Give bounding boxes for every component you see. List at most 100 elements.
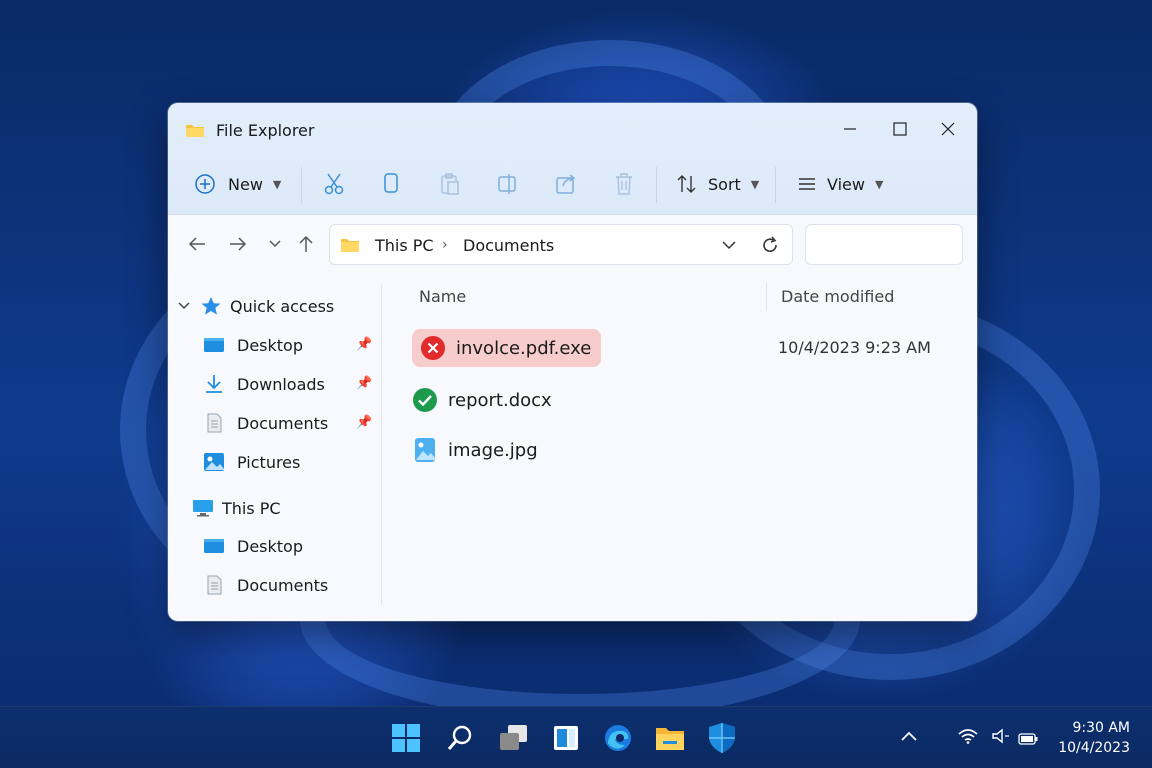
title-bar[interactable]: File Explorer — [168, 103, 977, 155]
file-name: involce.pdf.exe — [456, 337, 592, 359]
new-label: New — [228, 174, 263, 194]
taskbar: 9:30 AM 10/4/2023 — [0, 706, 1152, 768]
desktop-folder-icon — [204, 338, 224, 352]
column-header-date[interactable]: Date modified — [781, 287, 894, 306]
nav-item-documents[interactable]: Documents — [203, 409, 328, 437]
download-icon — [206, 375, 222, 393]
file-list: Name Date modified involce.pdf.exe repor… — [382, 271, 977, 621]
nav-item-desktop-pc[interactable]: Desktop — [203, 532, 303, 560]
nav-item-label: Documents — [237, 575, 329, 595]
star-icon — [201, 297, 221, 315]
pictures-icon — [204, 453, 224, 471]
sort-button[interactable]: Sort ▼ — [676, 159, 759, 209]
security-button[interactable] — [705, 721, 739, 755]
forward-button[interactable] — [225, 231, 251, 257]
start-button[interactable] — [389, 721, 423, 755]
refresh-icon[interactable] — [761, 236, 779, 254]
cut-icon — [324, 173, 344, 195]
delete-button[interactable] — [614, 159, 634, 209]
back-button[interactable] — [184, 231, 210, 257]
file-explorer-button[interactable] — [653, 721, 687, 755]
search-icon — [447, 725, 472, 750]
check-circle-icon — [413, 388, 437, 412]
search-input[interactable] — [805, 224, 963, 265]
chevron-down-icon[interactable] — [722, 240, 736, 250]
edge-icon — [605, 725, 631, 751]
document-icon — [207, 413, 222, 433]
nav-item-label: Desktop — [237, 536, 303, 556]
nav-this-pc[interactable]: This PC — [192, 494, 281, 522]
nav-item-label: Pictures — [237, 452, 301, 472]
system-clock[interactable]: 9:30 AM 10/4/2023 — [1040, 718, 1130, 758]
navigation-pane — [168, 271, 382, 621]
widgets-button[interactable] — [549, 721, 583, 755]
nav-item-label: Downloads — [237, 374, 325, 394]
up-button[interactable] — [293, 231, 319, 257]
quick-access-label: Quick access — [230, 296, 335, 316]
clock-time: 9:30 AM — [1072, 720, 1130, 736]
file-row-blocked[interactable]: involce.pdf.exe — [412, 329, 602, 367]
nav-item-label: Documents — [237, 413, 329, 433]
maximize-button[interactable] — [880, 113, 920, 145]
add-circle-icon — [195, 174, 215, 194]
battery-icon[interactable] — [1018, 730, 1038, 749]
chevron-down-icon — [269, 240, 281, 248]
column-divider[interactable] — [766, 283, 767, 311]
document-icon — [207, 575, 222, 595]
file-explorer-window: File Explorer New ▼ Sort ▼ View ▼ This P… — [168, 103, 977, 621]
task-view-button[interactable] — [497, 721, 531, 755]
search-button[interactable] — [443, 721, 477, 755]
file-name: image.jpg — [448, 439, 538, 461]
nav-item-desktop[interactable]: Desktop — [203, 331, 303, 359]
pin-icon[interactable]: 📌 — [356, 337, 372, 352]
column-header-name[interactable]: Name — [419, 287, 466, 306]
view-list-icon — [799, 178, 815, 190]
pin-icon[interactable]: 📌 — [356, 415, 372, 430]
breadcrumb-documents[interactable]: Documents — [463, 236, 554, 255]
nav-item-label: Desktop — [237, 335, 303, 355]
paste-icon — [441, 173, 459, 195]
chevron-down-icon: ▼ — [750, 177, 760, 191]
clock-date: 10/4/2023 — [1058, 740, 1130, 756]
chevron-up-icon[interactable] — [900, 727, 918, 746]
nav-item-pictures[interactable]: Pictures — [203, 448, 300, 476]
this-pc-label: This PC — [222, 498, 281, 518]
file-date-modified: 10/4/2023 9:23 AM — [778, 338, 931, 357]
maximize-icon — [893, 122, 907, 136]
file-row-safe[interactable]: report.docx — [412, 381, 552, 419]
wifi-icon[interactable] — [958, 728, 978, 748]
file-name: report.docx — [448, 389, 552, 411]
chevron-down-icon: ▼ — [874, 177, 884, 191]
file-row-image[interactable]: image.jpg — [412, 431, 538, 469]
nav-item-downloads[interactable]: Downloads — [203, 370, 325, 398]
window-chrome: File Explorer New ▼ Sort ▼ View ▼ — [168, 103, 977, 215]
folder-icon — [186, 125, 204, 137]
edge-button[interactable] — [601, 721, 635, 755]
security-shield-icon — [709, 723, 735, 753]
nav-quick-access[interactable]: Quick access — [178, 292, 334, 320]
paste-button[interactable] — [439, 159, 461, 209]
breadcrumb-separator-icon: › — [442, 237, 448, 253]
rename-icon — [498, 174, 516, 194]
sort-icon — [677, 175, 696, 193]
chevron-down-icon — [178, 302, 190, 310]
minimize-icon — [844, 128, 856, 130]
cut-button[interactable] — [323, 159, 345, 209]
close-button[interactable] — [928, 113, 968, 145]
copy-button[interactable] — [381, 159, 401, 209]
close-icon — [941, 122, 955, 136]
view-button[interactable]: View ▼ — [797, 159, 883, 209]
rename-button[interactable] — [497, 159, 519, 209]
arrow-right-icon — [230, 237, 247, 251]
desktop-folder-icon — [204, 539, 224, 553]
recent-locations-button[interactable] — [262, 231, 288, 257]
share-button[interactable] — [555, 159, 577, 209]
breadcrumb-this-pc[interactable]: This PC — [375, 236, 434, 255]
minimize-button[interactable] — [830, 113, 870, 145]
nav-item-documents-pc[interactable]: Documents — [203, 571, 328, 599]
new-button[interactable]: New ▼ — [194, 159, 281, 209]
task-view-icon — [500, 725, 527, 750]
pin-icon[interactable]: 📌 — [356, 376, 372, 391]
volume-icon[interactable] — [991, 728, 1011, 748]
address-bar[interactable]: This PC › Documents — [329, 224, 793, 265]
